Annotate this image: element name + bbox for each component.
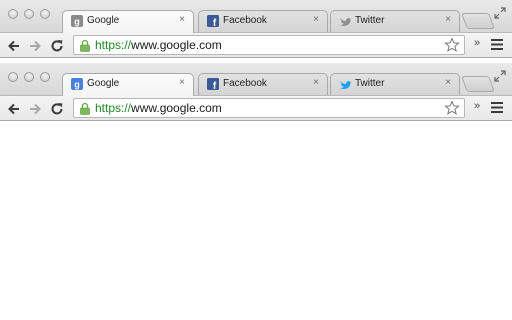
facebook-favicon-icon: f [207, 15, 219, 27]
tab-label: Twitter [355, 78, 385, 89]
tab-strip: g Google × f Facebook × Twitter × [0, 0, 512, 33]
tab-label: Facebook [223, 78, 267, 89]
bookmark-star-icon[interactable] [444, 37, 460, 53]
tab-close-icon[interactable]: × [313, 77, 319, 88]
zoom-window-button[interactable] [40, 9, 50, 19]
url-host: www.google.com [131, 101, 222, 115]
url-scheme: https [95, 101, 122, 115]
page-content-area [0, 122, 512, 320]
google-favicon-icon: g [71, 78, 83, 90]
zoom-window-button[interactable] [40, 72, 50, 82]
back-arrow-icon[interactable] [6, 38, 22, 54]
forward-arrow-icon[interactable] [27, 101, 43, 117]
twitter-favicon-icon [340, 80, 351, 89]
new-tab-button[interactable] [461, 76, 495, 92]
window-divider [0, 120, 512, 121]
close-window-button[interactable] [8, 9, 18, 19]
secure-lock-icon[interactable] [80, 39, 90, 52]
toolbar: https://www.google.com » [0, 95, 512, 120]
tab-twitter[interactable]: Twitter × [330, 10, 460, 32]
browser-window-2: g Google × f Facebook × Twitter × https:… [0, 63, 512, 121]
svg-text:g: g [74, 80, 80, 90]
tab-strip: g Google × f Facebook × Twitter × [0, 63, 512, 96]
tab-facebook[interactable]: f Facebook × [198, 73, 328, 95]
tab-google[interactable]: g Google × [62, 73, 194, 96]
hamburger-menu-icon[interactable] [491, 102, 503, 113]
reload-icon[interactable] [49, 101, 65, 117]
facebook-favicon-icon: f [207, 78, 219, 90]
tab-google[interactable]: g Google × [62, 10, 194, 33]
close-window-button[interactable] [8, 72, 18, 82]
new-tab-button[interactable] [461, 13, 495, 29]
tab-close-icon[interactable]: × [179, 77, 185, 88]
reload-icon[interactable] [49, 38, 65, 54]
back-arrow-icon[interactable] [6, 101, 22, 117]
url-separator: :// [121, 101, 132, 115]
address-bar[interactable]: https://www.google.com [73, 98, 465, 118]
svg-text:g: g [74, 17, 80, 27]
window-divider [0, 57, 512, 58]
bookmark-star-icon[interactable] [444, 100, 460, 116]
address-bar[interactable]: https://www.google.com [73, 35, 465, 55]
secure-lock-icon[interactable] [80, 102, 90, 115]
tab-facebook[interactable]: f Facebook × [198, 10, 328, 32]
minimize-window-button[interactable] [24, 72, 34, 82]
minimize-window-button[interactable] [24, 9, 34, 19]
google-favicon-icon: g [71, 15, 83, 27]
tab-close-icon[interactable]: × [179, 14, 185, 25]
extensions-overflow-chevron[interactable]: » [474, 37, 480, 49]
forward-arrow-icon[interactable] [27, 38, 43, 54]
tab-label: Google [87, 15, 120, 26]
fullscreen-arrows-icon[interactable] [494, 70, 506, 82]
url-separator: :// [121, 38, 132, 52]
url-text: https://www.google.com [95, 101, 222, 115]
tab-label: Facebook [223, 15, 267, 26]
url-host: www.google.com [131, 38, 222, 52]
browser-window-1: g Google × f Facebook × Twitter × https:… [0, 0, 512, 58]
url-text: https://www.google.com [95, 38, 222, 52]
tab-close-icon[interactable]: × [445, 14, 451, 25]
extensions-overflow-chevron[interactable]: » [474, 100, 480, 112]
twitter-favicon-icon [340, 17, 351, 26]
tab-close-icon[interactable]: × [313, 14, 319, 25]
tab-twitter[interactable]: Twitter × [330, 73, 460, 95]
hamburger-menu-icon[interactable] [491, 39, 503, 50]
toolbar: https://www.google.com » [0, 32, 512, 57]
fullscreen-arrows-icon[interactable] [494, 7, 506, 19]
tab-close-icon[interactable]: × [445, 77, 451, 88]
url-scheme: https [95, 38, 122, 52]
tab-label: Google [87, 78, 120, 89]
tab-label: Twitter [355, 15, 385, 26]
